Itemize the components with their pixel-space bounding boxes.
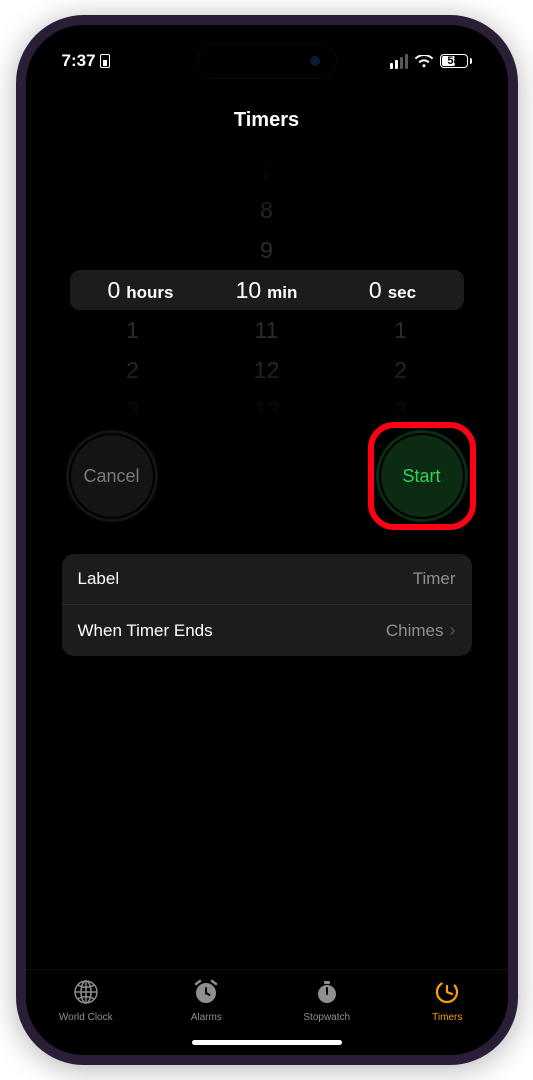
dynamic-island	[197, 43, 337, 79]
chevron-right-icon: ›	[450, 620, 456, 641]
when-timer-ends-row[interactable]: When Timer Ends Chimes ›	[62, 604, 472, 656]
alarm-icon	[192, 978, 220, 1009]
label-row[interactable]: Label Timer	[62, 554, 472, 604]
start-button[interactable]: Start	[376, 430, 468, 522]
timer-icon	[433, 978, 461, 1009]
tab-label: Alarms	[191, 1012, 222, 1023]
picker-minutes-unit: min	[267, 283, 297, 303]
end-value: Chimes	[386, 621, 444, 641]
battery-icon: 58	[440, 54, 472, 68]
tab-alarms[interactable]: Alarms	[146, 978, 267, 1023]
cancel-label: Cancel	[83, 466, 139, 487]
tab-label: World Clock	[59, 1012, 113, 1023]
label-title: Label	[78, 569, 120, 589]
page-title: Timers	[26, 85, 508, 146]
wifi-icon	[415, 55, 433, 68]
tab-label: Timers	[432, 1012, 462, 1023]
picker-seconds-value: 0	[369, 277, 382, 304]
tab-world-clock[interactable]: World Clock	[26, 978, 147, 1023]
picker-seconds-unit: sec	[388, 283, 416, 303]
screen: 7:37 58 Timers	[26, 25, 508, 1055]
tab-stopwatch[interactable]: Stopwatch	[267, 978, 388, 1023]
start-label: Start	[402, 466, 440, 487]
home-indicator[interactable]	[192, 1040, 342, 1045]
end-title: When Timer Ends	[78, 621, 213, 641]
time-picker[interactable]: 01234567891011121314151617181920212223 0…	[26, 160, 508, 420]
label-value: Timer	[413, 569, 456, 589]
low-power-icon	[100, 54, 110, 68]
stopwatch-icon	[313, 978, 341, 1009]
cancel-button[interactable]: Cancel	[66, 430, 158, 522]
globe-icon	[72, 978, 100, 1009]
tab-label: Stopwatch	[303, 1012, 350, 1023]
status-time: 7:37	[62, 51, 96, 71]
picker-hours-unit: hours	[126, 283, 173, 303]
settings-card: Label Timer When Timer Ends Chimes ›	[62, 554, 472, 656]
picker-minutes-value: 10	[236, 277, 262, 304]
tab-timers[interactable]: Timers	[387, 978, 508, 1023]
cell-signal-icon	[390, 54, 408, 69]
camera-dot	[310, 56, 320, 66]
phone-frame: 7:37 58 Timers	[16, 15, 518, 1065]
picker-selection-band: 0 hours 10 min 0 sec	[70, 270, 464, 310]
picker-hours-value: 0	[107, 277, 120, 304]
